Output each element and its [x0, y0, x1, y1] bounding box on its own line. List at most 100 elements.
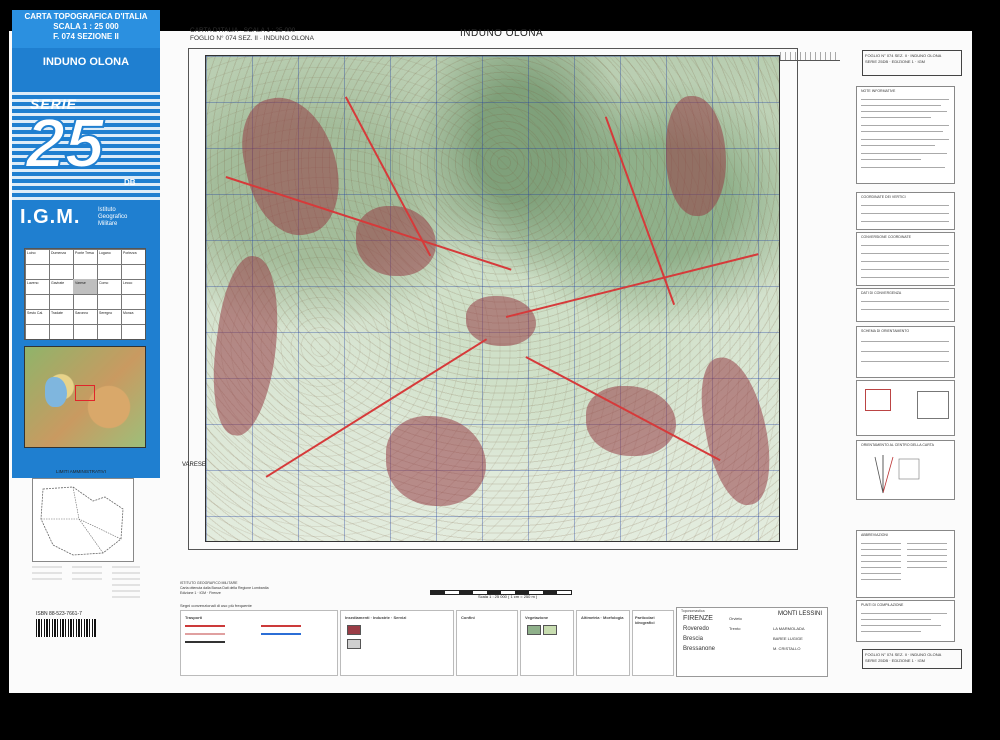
igm-fullname: Istituto Geografico Militare — [98, 207, 127, 228]
table-line — [861, 301, 949, 302]
legend-section-title: Toponomastica — [681, 609, 705, 613]
table-line — [861, 309, 949, 310]
index-label: Gavirate — [51, 281, 65, 285]
right-footer-box: FOGLIO N° 074 SEZ. II · INDUNO OLONA SER… — [862, 649, 962, 669]
admin-legend — [32, 563, 142, 607]
table-line — [861, 261, 949, 262]
sheet-header-line: F. 074 SEZIONE II — [53, 32, 119, 41]
measuring-ruler — [780, 52, 840, 61]
text-line — [861, 555, 901, 556]
toponym-sample: Bressanone — [683, 646, 716, 652]
table-line — [861, 361, 949, 362]
admin-legend-lines — [32, 566, 140, 598]
text-line — [861, 111, 947, 112]
block-title: DATI DI CONVERGENZA — [861, 291, 902, 295]
legend-industry-swatch — [347, 639, 361, 649]
text-line — [861, 117, 931, 118]
text-line — [861, 139, 949, 140]
right-footer-line: SERIE 25DB · EDIZIONE 1 · IGM — [865, 658, 926, 663]
text-line — [861, 145, 935, 146]
text-line — [861, 579, 901, 580]
legend-road-sample — [185, 625, 225, 627]
text-line — [861, 631, 921, 632]
sheet-header: CARTA TOPOGRAFICA D'ITALIA SCALA 1 : 25 … — [12, 10, 160, 48]
text-line — [861, 613, 947, 614]
text-line — [907, 549, 947, 550]
index-label: Laveno — [27, 281, 39, 285]
legend-waterway-sample — [261, 633, 301, 635]
index-label: Dumenza — [51, 251, 66, 255]
text-line — [861, 131, 943, 132]
toponym-sample: Brescia — [683, 636, 704, 642]
convergence-block: DATI DI CONVERGENZA — [856, 288, 955, 322]
table-line — [861, 245, 949, 246]
toponym-sample: Roveredo — [683, 626, 710, 632]
index-label: Tradate — [51, 311, 63, 315]
text-line — [907, 543, 947, 544]
text-line — [861, 105, 941, 106]
index-label: Saronno — [75, 311, 89, 315]
corner-coordinates-block: COORDINATE DEI VERTICI — [856, 192, 955, 230]
block-title: ORIENTAMENTO AL CENTRO DELLA CARTA — [861, 443, 934, 447]
block-title: NOTE INFORMATIVE — [861, 89, 896, 93]
declination-block — [856, 380, 955, 436]
index-label: Lugano — [99, 251, 111, 255]
legend-section-title: Trasporti — [185, 615, 203, 620]
table-line — [861, 221, 949, 222]
text-line — [861, 99, 949, 100]
legend-urban-swatch — [347, 625, 361, 635]
igm-logo: I.G.M. — [20, 206, 81, 228]
notes-block: NOTE INFORMATIVE — [856, 86, 955, 184]
legend-section-title: Particolari idrografici — [635, 615, 655, 625]
map-title: INDUNO OLONA — [460, 28, 544, 39]
place-label-varese: VARESE — [182, 462, 206, 468]
map-header-left: CARTA D'ITALIA · SCALA 1 : 25 000 FOGLIO… — [190, 27, 314, 43]
table-line — [861, 341, 949, 342]
index-label: Seregno — [99, 311, 113, 315]
abbreviations-block: ABBREVIAZIONI — [856, 530, 955, 598]
barcode — [36, 619, 96, 637]
right-header-box: FOGLIO N° 074 SEZ. II · INDUNO OLONA SER… — [862, 50, 962, 76]
table-line — [861, 277, 949, 278]
text-line — [907, 555, 947, 556]
table-line — [861, 205, 949, 206]
toponymy-legend: Toponomastica FIRENZE Roveredo Brescia B… — [676, 607, 828, 677]
legend-road-sample — [185, 633, 225, 635]
text-line — [861, 561, 901, 562]
text-line — [861, 549, 901, 550]
admin-limits-drawing — [40, 486, 124, 556]
sheet-location-box — [75, 385, 95, 401]
legend-forest-swatch — [527, 625, 541, 635]
text-line — [861, 159, 921, 160]
toponym-sample: M. CRISTALLO — [773, 646, 801, 651]
location-overview-map — [24, 346, 146, 448]
legend-transport: Trasporti — [180, 610, 338, 676]
legend-section-title: Confini — [461, 615, 475, 620]
index-label: Ponte Tresa — [75, 251, 94, 255]
toponym-sample-monti: MONTI LESSINI — [778, 611, 823, 617]
isbn-text: ISBN 88-523-7661-7 — [36, 611, 82, 617]
text-line — [861, 573, 901, 574]
center-orientation-block: ORIENTAMENTO AL CENTRO DELLA CARTA — [856, 440, 955, 500]
legend-rail-sample — [185, 641, 225, 643]
compilation-block: PUNTI DI COMPILAZIONE — [856, 600, 955, 642]
right-header-line: SERIE 25DB · EDIZIONE 1 · IGM — [865, 59, 926, 64]
topographic-map[interactable] — [205, 55, 780, 542]
legend-boundaries: Confini — [456, 610, 518, 676]
sheet-index-map: Luino Dumenza Ponte Tresa Lugano Porlezz… — [24, 248, 146, 340]
text-line — [861, 625, 941, 626]
admin-limits-title: LIMITI AMMINISTRATIVI — [56, 469, 106, 474]
text-line — [861, 167, 945, 168]
text-line — [861, 153, 947, 154]
series-cover-band: CARTA TOPOGRAFICA D'ITALIA SCALA 1 : 25 … — [12, 10, 160, 478]
text-line — [861, 619, 931, 620]
text-line — [907, 561, 947, 562]
index-label: Monza — [123, 311, 134, 315]
lake-shape — [45, 377, 67, 407]
index-label: Sesto Cal. — [27, 311, 44, 315]
toponym-sample: Trento — [729, 626, 741, 631]
legend-settlements: Insediamenti · Industrie · Servizi — [340, 610, 454, 676]
series-edition: DB — [124, 178, 136, 187]
north-arrows-diagram — [874, 455, 920, 494]
conversion-block: CONVERSIONE COORDINATE — [856, 232, 955, 286]
